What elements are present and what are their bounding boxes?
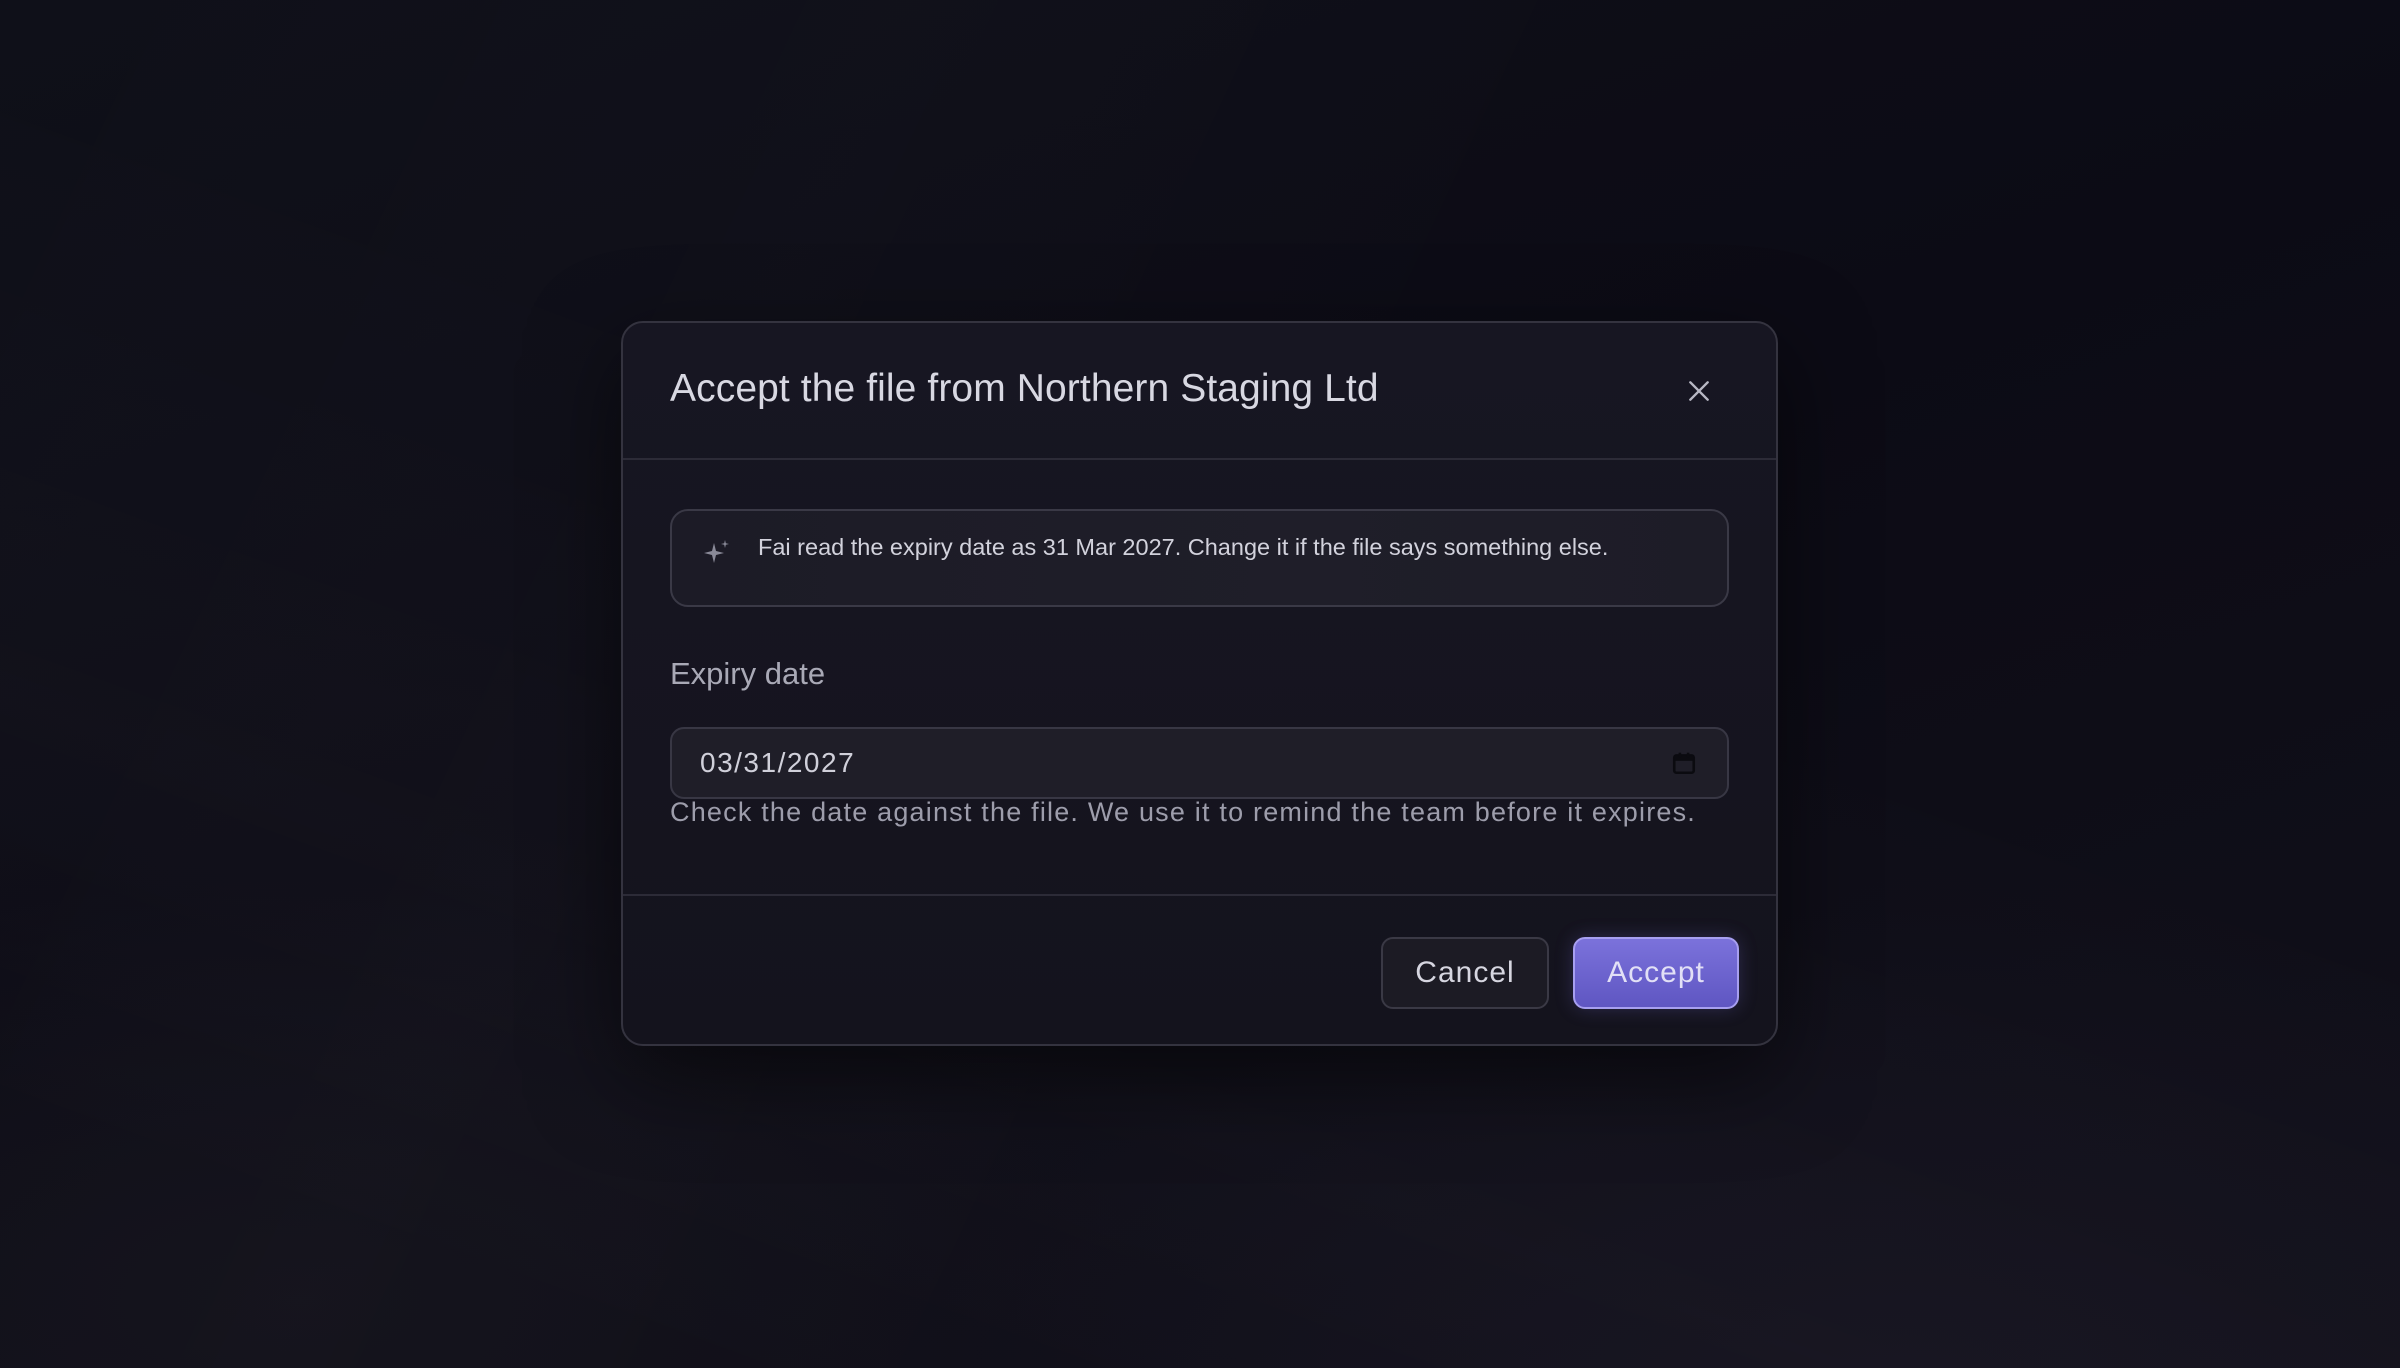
calendar-icon[interactable] xyxy=(1671,750,1697,776)
cancel-button[interactable]: Cancel xyxy=(1381,937,1549,1009)
sparkle-icon xyxy=(704,540,729,563)
accept-button[interactable]: Accept xyxy=(1573,937,1739,1009)
ai-notice-text: Fai read the expiry date as 31 Mar 2027.… xyxy=(758,534,1609,560)
expiry-date-helper: Check the date against the file. We use … xyxy=(670,797,1696,827)
expiry-date-label: Expiry date xyxy=(670,656,826,691)
dialog-footer: Cancel Accept xyxy=(623,894,1776,1044)
expiry-date-value: 03/31/2027 xyxy=(700,747,856,778)
ai-suggestion-notice: Fai read the expiry date as 31 Mar 2027.… xyxy=(670,509,1729,607)
close-button[interactable] xyxy=(1676,368,1722,414)
dialog-header: Accept the file from Northern Staging Lt… xyxy=(623,323,1776,460)
close-icon xyxy=(1689,381,1709,401)
dialog-title: Accept the file from Northern Staging Lt… xyxy=(670,367,1379,410)
expiry-date-input[interactable]: 03/31/2027 xyxy=(670,727,1729,799)
dialog-body: Fai read the expiry date as 31 Mar 2027.… xyxy=(623,460,1776,894)
accept-file-dialog: Accept the file from Northern Staging Lt… xyxy=(621,321,1778,1046)
